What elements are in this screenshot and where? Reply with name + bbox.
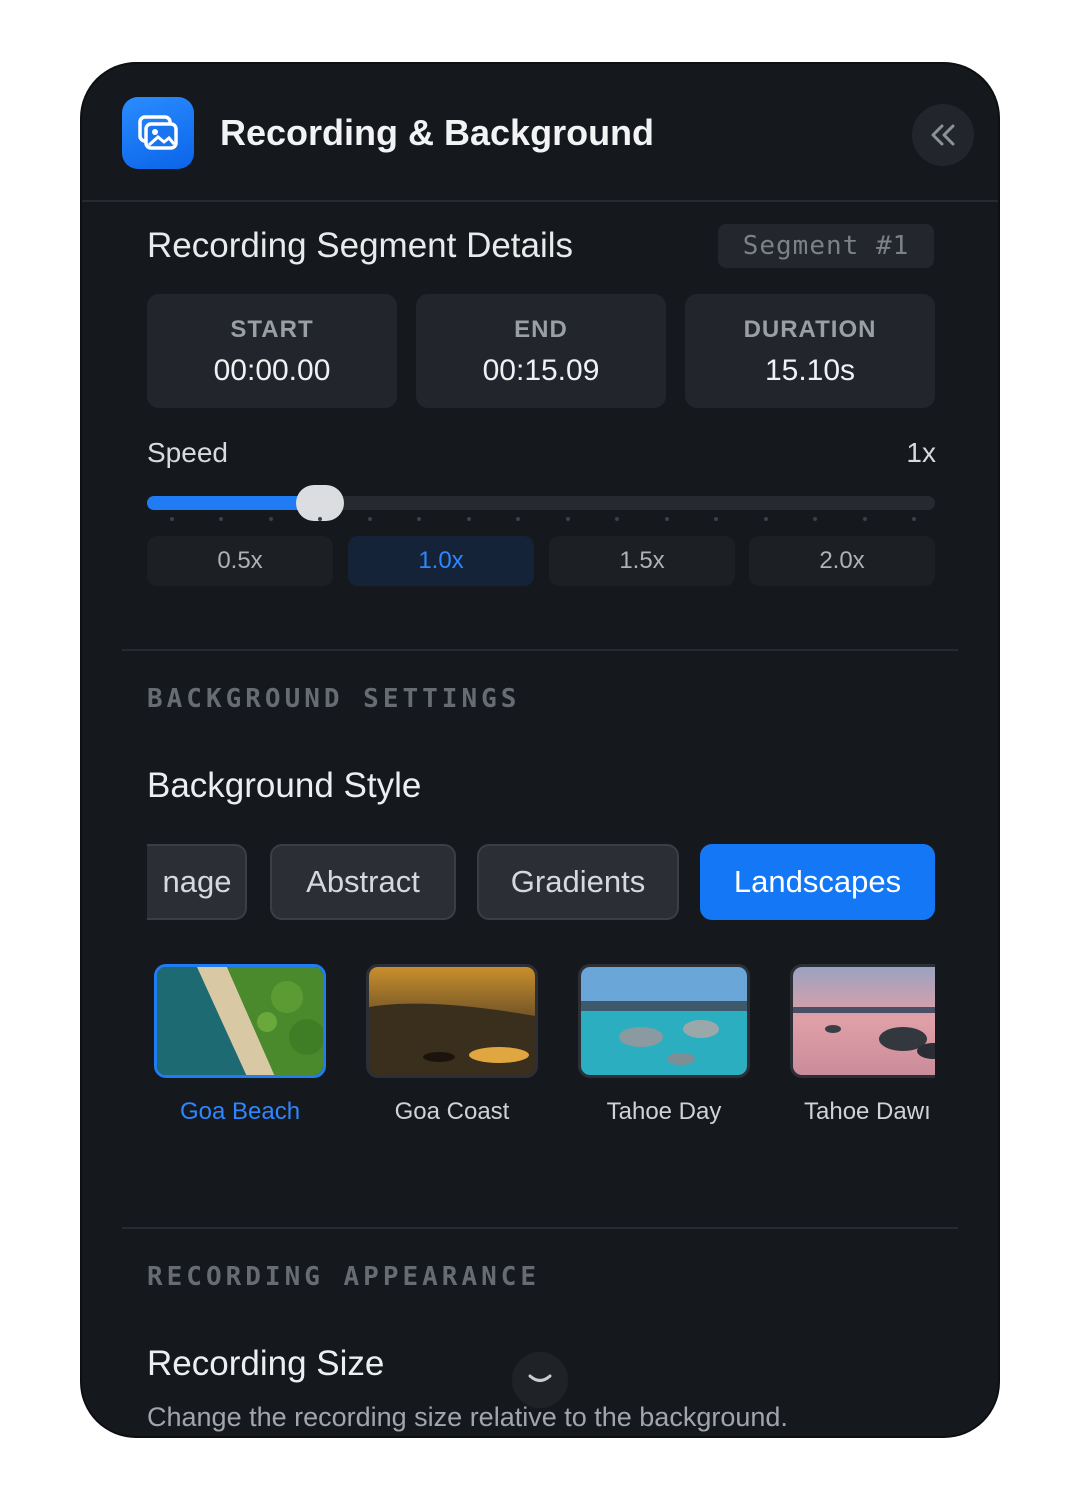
tahoe-day-image xyxy=(578,964,750,1078)
end-label: END xyxy=(514,316,568,343)
double-chevron-left-icon xyxy=(931,124,955,146)
speed-tick xyxy=(417,517,422,521)
speed-tick xyxy=(367,517,372,521)
background-image-goa-coast[interactable]: Goa Coast xyxy=(366,964,538,1126)
speed-value: 1x xyxy=(906,437,936,468)
speed-tick xyxy=(565,517,570,521)
recording-size-title: Recording Size xyxy=(147,1344,385,1383)
speed-preset-2-0x[interactable]: 2.0x xyxy=(749,536,935,586)
start-label: START xyxy=(230,316,314,343)
background-image-goa-beach[interactable]: Goa Beach xyxy=(154,964,326,1126)
tab-image[interactable]: nage xyxy=(147,844,247,920)
chevron-down-icon xyxy=(528,1374,552,1382)
recording-background-panel: Recording & Background Recording Segment… xyxy=(82,64,998,1436)
end-time-card: END 00:15.09 xyxy=(416,294,666,408)
duration-label: DURATION xyxy=(743,316,877,343)
background-image-list: Goa Beach Goa Coast Tahoe Day Tahoe Dawı xyxy=(147,964,935,1144)
speed-tick xyxy=(516,517,521,521)
tab-abstract[interactable]: Abstract xyxy=(270,844,456,920)
speed-preset-1-0x[interactable]: 1.0x xyxy=(348,536,534,586)
segment-badge: Segment #1 xyxy=(718,224,934,268)
section-divider xyxy=(122,649,958,651)
speed-slider-handle[interactable] xyxy=(296,485,345,521)
background-image-tahoe-dawn[interactable]: Tahoe Dawı xyxy=(790,964,935,1126)
tahoe-day-label: Tahoe Day xyxy=(606,1098,722,1125)
speed-tick xyxy=(862,517,867,521)
speed-tick xyxy=(268,517,273,521)
goa-coast-label: Goa Coast xyxy=(394,1098,510,1125)
background-style-tabs: nage Abstract Gradients Landscapes xyxy=(147,842,935,924)
segment-details-title: Recording Segment Details xyxy=(147,226,574,265)
speed-slider[interactable] xyxy=(147,485,935,521)
speed-tick xyxy=(318,517,323,521)
speed-tick xyxy=(912,517,916,521)
duration-value: 15.10s xyxy=(764,354,856,387)
goa-coast-image xyxy=(366,964,538,1078)
tahoe-dawn-label: Tahoe Dawı xyxy=(804,1098,931,1125)
gallery-icon xyxy=(122,97,194,169)
speed-tick xyxy=(466,517,471,521)
speed-tick xyxy=(664,517,669,521)
background-image-tahoe-day[interactable]: Tahoe Day xyxy=(578,964,750,1126)
goa-beach-image xyxy=(154,964,326,1078)
tab-gradients[interactable]: Gradients xyxy=(477,844,679,920)
background-style-title: Background Style xyxy=(147,766,422,805)
recording-appearance-label: RECORDING APPEARANCE xyxy=(147,1262,541,1292)
speed-tick xyxy=(615,517,620,521)
section-divider xyxy=(122,1227,958,1229)
speed-tick xyxy=(714,517,719,521)
speed-preset-1-5x[interactable]: 1.5x xyxy=(549,536,735,586)
end-value: 00:15.09 xyxy=(482,354,600,387)
tahoe-dawn-image xyxy=(790,964,935,1078)
speed-slider-ticks xyxy=(170,517,916,523)
panel-header: Recording & Background xyxy=(82,64,998,202)
start-value: 00:00.00 xyxy=(213,354,331,387)
goa-beach-label: Goa Beach xyxy=(179,1098,301,1125)
speed-slider-fill xyxy=(147,496,321,510)
background-settings-label: BACKGROUND SETTINGS xyxy=(147,684,521,714)
start-time-card: START 00:00.00 xyxy=(147,294,397,408)
speed-preset-0-5x[interactable]: 0.5x xyxy=(147,536,333,586)
speed-tick xyxy=(763,517,768,521)
speed-tick xyxy=(813,517,818,521)
speed-tick xyxy=(170,517,174,521)
scroll-down-button[interactable] xyxy=(512,1352,568,1408)
panel-title: Recording & Background xyxy=(220,112,655,153)
speed-label: Speed xyxy=(147,437,228,468)
collapse-panel-button[interactable] xyxy=(912,104,974,166)
duration-card: DURATION 15.10s xyxy=(685,294,935,408)
speed-tick xyxy=(219,517,224,521)
tab-landscapes[interactable]: Landscapes xyxy=(700,844,935,920)
recording-size-description: Change the recording size relative to th… xyxy=(147,1402,788,1432)
